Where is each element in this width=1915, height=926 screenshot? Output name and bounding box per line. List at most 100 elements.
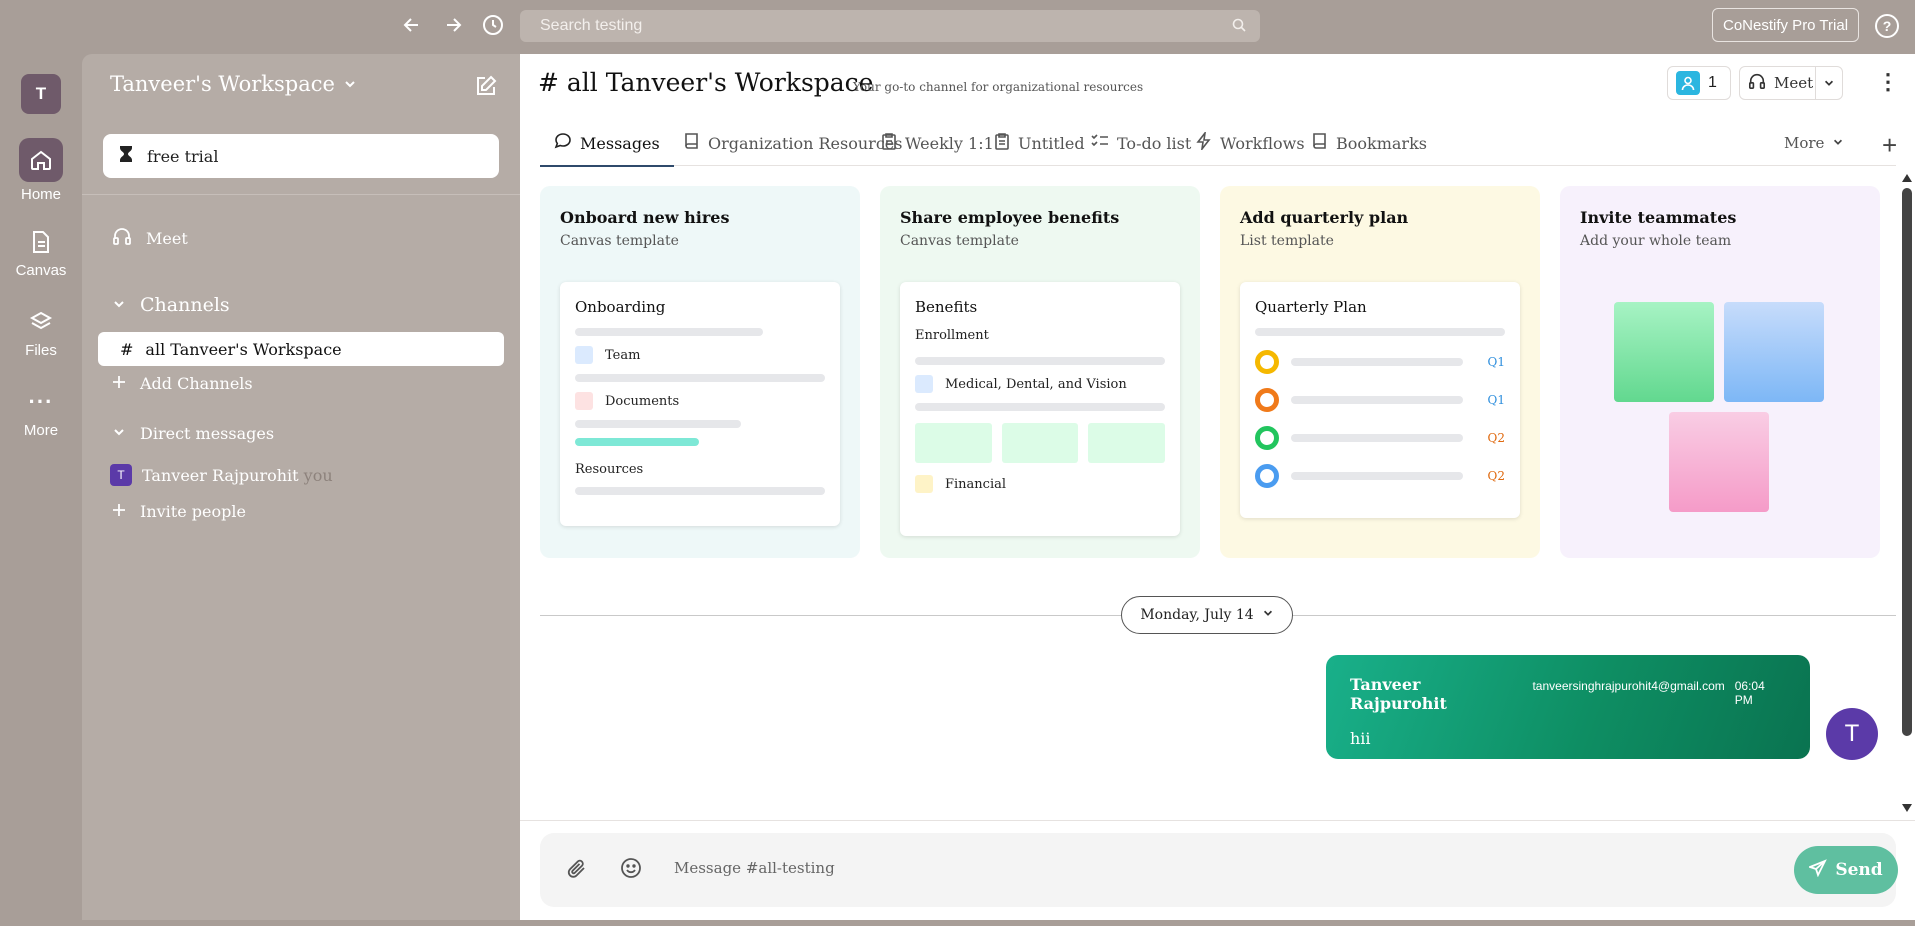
plan-item: Q2 <box>1255 464 1505 488</box>
template-preview: Onboarding Team Documents Resources <box>560 282 840 526</box>
scrollbar[interactable] <box>1900 172 1914 812</box>
chevron-down-icon <box>343 72 357 96</box>
sidebar-item-meet[interactable]: Meet <box>112 226 188 250</box>
template-subtitle: Canvas template <box>900 233 1019 249</box>
workspace-switcher[interactable]: Tanveer's Workspace <box>110 72 357 96</box>
sidebar-item-channel-all[interactable]: # all Tanveer's Workspace <box>98 332 504 366</box>
workspace-avatar[interactable]: T <box>21 74 61 114</box>
avatar[interactable]: T <box>1826 708 1878 760</box>
clipboard-icon <box>881 132 897 154</box>
plan-item: Q1 <box>1255 388 1505 412</box>
channel-tabs: Messages Organization Resources Weekly 1… <box>540 120 1897 167</box>
dm-you-tag: you <box>303 465 333 485</box>
tile-green <box>1614 302 1714 402</box>
lightning-icon <box>1196 130 1212 154</box>
message-input[interactable]: Message #all-testing <box>674 859 835 877</box>
document-icon <box>19 226 63 258</box>
placeholder-bar <box>575 420 741 428</box>
channels-section-toggle[interactable]: Channels <box>112 294 230 316</box>
quarter-tag: Q2 <box>1487 431 1505 445</box>
bookmark-icon <box>1312 132 1328 154</box>
hash-icon: # <box>120 339 134 359</box>
template-preview: Benefits Enrollment Medical, Dental, and… <box>900 282 1180 536</box>
chevron-down-icon <box>112 424 126 443</box>
date-divider-button[interactable]: Monday, July 14 <box>1121 596 1293 634</box>
preview-row-label: Financial <box>945 476 1007 492</box>
compose-icon[interactable] <box>474 74 500 100</box>
tab-bookmarks[interactable]: Bookmarks <box>1312 120 1427 166</box>
add-channels-button[interactable]: Add Channels <box>112 374 253 393</box>
template-card-quarterly[interactable]: Add quarterly plan List template Quarter… <box>1220 186 1540 558</box>
invite-people-button[interactable]: Invite people <box>112 502 246 521</box>
tile <box>1088 423 1166 463</box>
tab-label: Bookmarks <box>1336 133 1427 153</box>
pro-trial-button[interactable]: CoNestify Pro Trial <box>1712 8 1860 42</box>
clipboard-icon <box>994 132 1010 154</box>
kebab-menu-icon[interactable]: ⋮ <box>1876 68 1900 96</box>
scroll-down-arrow[interactable] <box>1902 804 1912 812</box>
placeholder-bar <box>915 357 1165 365</box>
send-button[interactable]: Send <box>1794 846 1898 894</box>
rail-label-canvas: Canvas <box>15 262 67 279</box>
preview-title: Onboarding <box>575 298 666 316</box>
preview-row: Team <box>575 346 825 364</box>
search-input[interactable]: Search testing <box>520 10 1260 42</box>
emoji-icon[interactable] <box>620 857 642 884</box>
meet-label: Meet <box>146 228 188 248</box>
tile <box>915 423 992 463</box>
paperclip-icon[interactable] <box>566 857 588 886</box>
sidebar-item-dm-tanveer[interactable]: T Tanveer Rajpurohit you <box>110 464 333 486</box>
preview-row-label: Team <box>605 347 641 363</box>
rail-item-files[interactable]: Files <box>0 306 82 359</box>
tab-messages[interactable]: Messages <box>540 120 674 167</box>
add-tab-icon[interactable]: + <box>1882 130 1897 161</box>
book-icon <box>684 132 700 154</box>
meet-button-label: Meet <box>1774 74 1814 92</box>
dm-user-name: Tanveer Rajpurohit <box>142 465 299 485</box>
message-bubble[interactable]: Tanveer Rajpurohit tanveersinghrajpurohi… <box>1326 655 1810 759</box>
scroll-up-arrow[interactable] <box>1902 174 1912 182</box>
members-button[interactable]: 1 <box>1667 66 1731 100</box>
tab-weekly-1-1[interactable]: Weekly 1:1 <box>881 120 994 166</box>
rail-item-canvas[interactable]: Canvas <box>0 226 82 279</box>
tab-more-dropdown[interactable]: More <box>1784 120 1844 166</box>
preview-row: Resources <box>575 462 825 477</box>
dm-section-toggle[interactable]: Direct messages <box>112 424 274 443</box>
template-title: Share employee benefits <box>900 208 1120 227</box>
preview-row-label: Resources <box>575 462 644 477</box>
rail-item-more[interactable]: ··· More <box>0 386 82 439</box>
tab-workflows[interactable]: Workflows <box>1196 120 1305 166</box>
template-card-onboard[interactable]: Onboard new hires Canvas template Onboar… <box>540 186 860 558</box>
search-icon <box>1232 18 1246 37</box>
tab-untitled[interactable]: Untitled <box>994 120 1085 166</box>
rail-label-home: Home <box>20 186 61 203</box>
preview-row-label: Documents <box>605 393 680 409</box>
ring-icon <box>1255 426 1279 450</box>
forward-arrow-icon[interactable] <box>440 12 466 38</box>
preview-row: Financial <box>915 475 1165 493</box>
chevron-down-icon <box>1262 607 1274 623</box>
tab-label: Organization Resources <box>708 133 903 153</box>
back-arrow-icon[interactable] <box>399 12 425 38</box>
tab-to-do-list[interactable]: To-do list <box>1091 120 1191 166</box>
rail-label-more: More <box>23 422 59 439</box>
square-icon <box>575 392 593 410</box>
template-card-benefits[interactable]: Share employee benefits Canvas template … <box>880 186 1200 558</box>
message-composer[interactable]: Message #all-testing Send <box>540 833 1898 907</box>
template-card-invite[interactable]: Invite teammates Add your whole team <box>1560 186 1880 558</box>
placeholder-bar <box>1291 472 1463 480</box>
rail-item-home[interactable]: Home <box>0 138 82 203</box>
message-time: 06:04 PM <box>1734 679 1765 707</box>
preview-tiles <box>915 423 1166 463</box>
scroll-thumb[interactable] <box>1902 188 1912 736</box>
tab-organization-resources[interactable]: Organization Resources <box>684 120 902 166</box>
chevron-down-icon[interactable] <box>1816 77 1842 89</box>
home-icon <box>19 138 63 182</box>
history-clock-icon[interactable] <box>480 12 506 38</box>
search-placeholder: Search testing <box>540 17 643 34</box>
ring-icon <box>1255 388 1279 412</box>
help-icon[interactable]: ? <box>1875 14 1899 38</box>
workspace-name: Tanveer's Workspace <box>110 72 335 96</box>
free-trial-banner[interactable]: free trial <box>103 134 499 178</box>
meet-button[interactable]: Meet <box>1739 66 1843 100</box>
